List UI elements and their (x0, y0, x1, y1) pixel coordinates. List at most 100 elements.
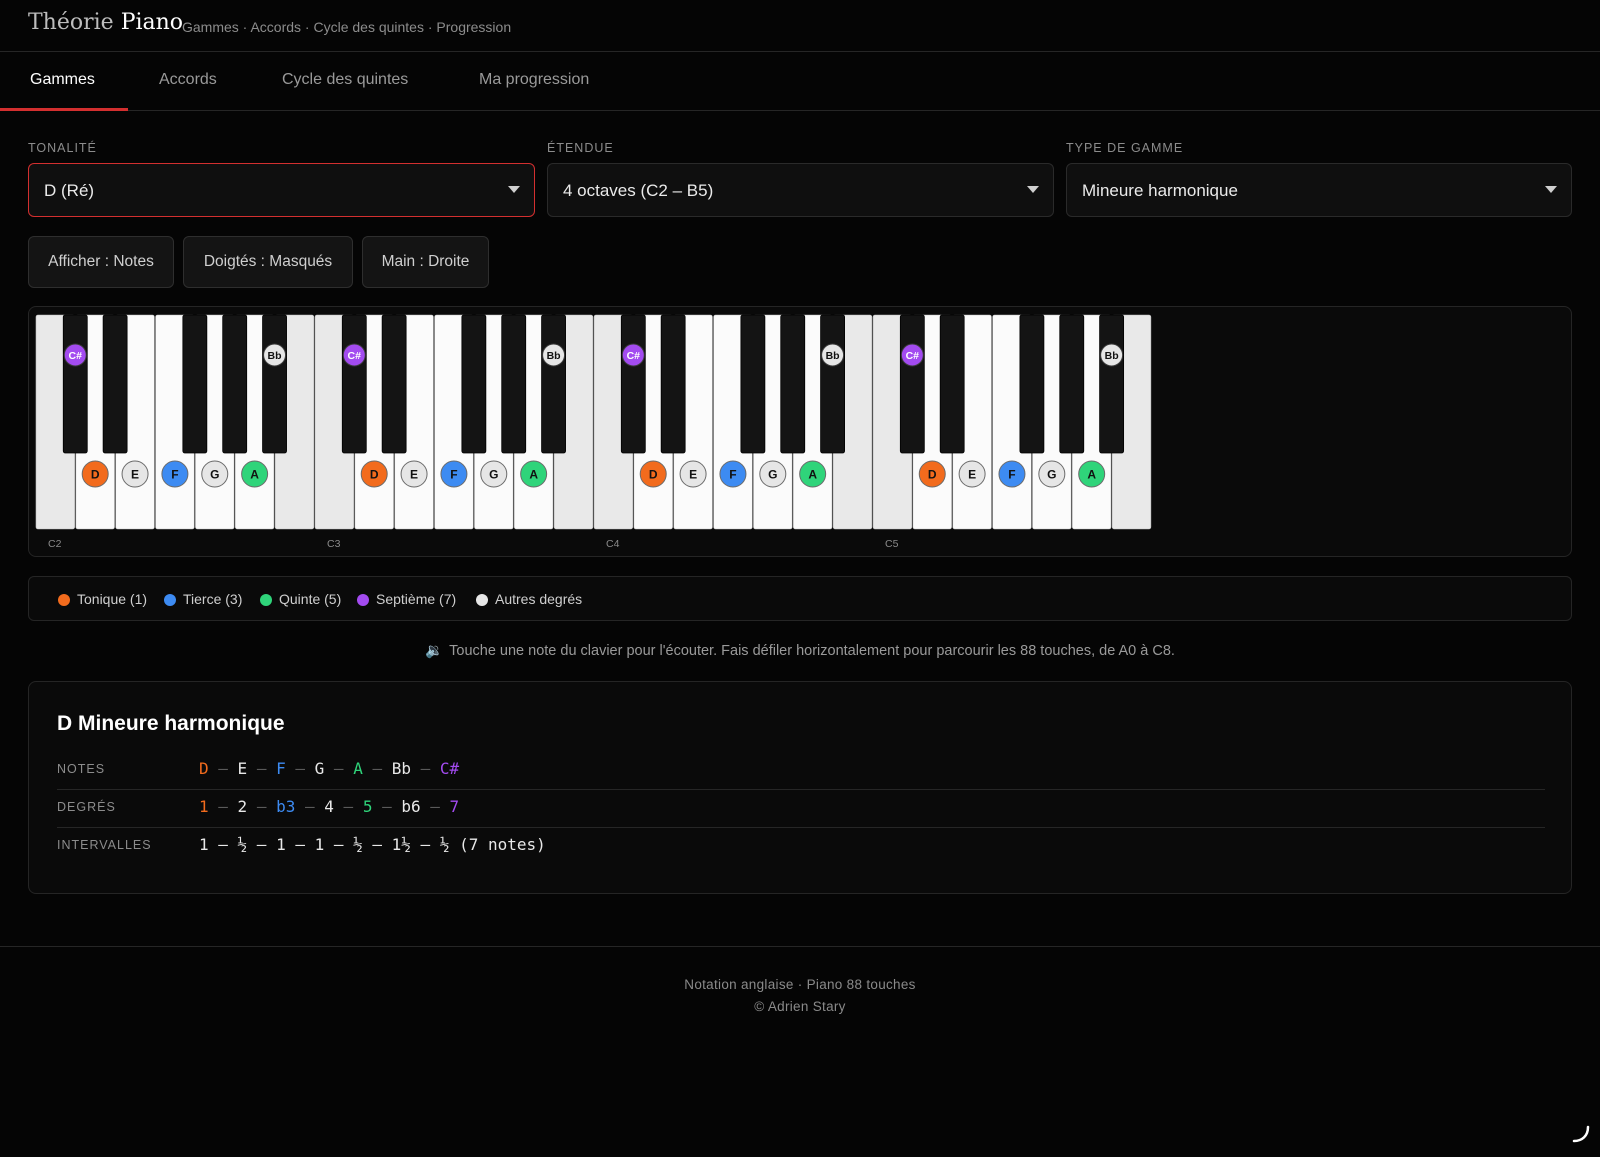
brand-light: Théorie (28, 10, 114, 35)
top-bar: Théorie Piano Gammes · Accords · Cycle d… (0, 0, 1600, 52)
chevron-down-icon (1027, 186, 1039, 193)
tab-ma-progression[interactable]: Ma progression (479, 52, 589, 111)
note-label: G (768, 468, 777, 482)
doigtes-button[interactable]: Doigtés : Masqués (183, 236, 353, 288)
note-label: E (689, 468, 697, 482)
black-key[interactable] (461, 314, 487, 454)
piano-keyboard[interactable]: D E F G A D E F G A D E F G A D E F G A C# Bb C# Bb C# Bb C# Bb (29, 307, 1573, 558)
note-label: Bb (826, 350, 840, 362)
app-logo[interactable]: Théorie Piano (28, 10, 183, 35)
footer-copyright: © Adrien Stary (754, 999, 846, 1014)
legend-septieme: Septième (7) (376, 591, 457, 607)
etendue-value: 4 octaves (C2 – B5) (563, 181, 714, 200)
note-label: D (649, 468, 658, 482)
notes-token: F (276, 759, 286, 778)
black-key[interactable] (541, 314, 566, 454)
note-label: A (1087, 468, 1096, 482)
note-label: F (729, 468, 736, 482)
other-dot-icon (476, 594, 488, 606)
note-label: D (91, 468, 100, 482)
note-label: F (450, 468, 457, 482)
afficher-notes-button[interactable]: Afficher : Notes (28, 236, 174, 288)
octave-label-c4: C4 (606, 538, 620, 550)
black-key[interactable] (1059, 314, 1085, 454)
fifth-dot-icon (260, 594, 272, 606)
etendue-select[interactable]: 4 octaves (C2 – B5) (547, 163, 1054, 217)
tonic-dot-icon (58, 594, 70, 606)
legend-tierce: Tierce (3) (183, 591, 243, 607)
note-label: D (370, 468, 379, 482)
footer: Notation anglaise · Piano 88 touches © A… (0, 946, 1600, 1157)
divider (57, 827, 1545, 828)
black-key[interactable] (501, 314, 527, 454)
etendue-label: Étendue (547, 141, 614, 155)
main-button[interactable]: Main : Droite (362, 236, 489, 288)
black-key[interactable] (62, 314, 88, 454)
hint-text: Touche une note du clavier pour l'écoute… (449, 643, 1175, 659)
separator: — (295, 797, 325, 816)
notes-token: C# (439, 759, 460, 778)
black-key[interactable] (341, 314, 367, 454)
note-label: G (489, 468, 498, 482)
breadcrumb: Gammes · Accords · Cycle des quintes · P… (182, 19, 512, 35)
degrees-token: b3 (276, 797, 296, 816)
black-key[interactable] (262, 314, 287, 454)
black-key[interactable] (780, 314, 806, 454)
scale-degrees: 1 — 2 — b3 — 4 — 5 — b6 — 7 (199, 797, 459, 816)
black-key[interactable] (381, 314, 407, 454)
degrees-token: 1 (199, 797, 209, 816)
separator: — (333, 797, 363, 816)
separator: — (247, 797, 277, 816)
note-label: Bb (268, 350, 282, 362)
seventh-dot-icon (357, 594, 369, 606)
note-label: G (210, 468, 219, 482)
piano-keyboard-panel: D E F G A D E F G A D E F G A D E F G A C# Bb C# Bb C# Bb C# Bb C2 … (28, 306, 1572, 557)
brand-bold: Piano (120, 10, 184, 35)
note-label: F (1008, 468, 1015, 482)
degres-label: Degrés (57, 800, 116, 814)
black-key[interactable] (1099, 314, 1125, 454)
separator: — (208, 759, 238, 778)
notes-token: D (199, 759, 209, 778)
scale-notes: D — E — F — G — A — Bb — C# (199, 759, 459, 778)
separator: — (372, 797, 402, 816)
black-key[interactable] (182, 314, 208, 454)
notes-token: G (314, 759, 325, 778)
notes-label: Notes (57, 762, 106, 776)
legend: Tonique (1) Tierce (3) Quinte (5) Septiè… (28, 576, 1572, 621)
black-key[interactable] (899, 314, 925, 454)
divider (57, 789, 1545, 790)
separator: — (285, 759, 315, 778)
legend-tonique: Tonique (1) (77, 591, 148, 607)
chevron-down-icon (1545, 186, 1557, 193)
black-key[interactable] (222, 314, 248, 454)
note-label: C# (348, 350, 362, 362)
black-key[interactable] (740, 314, 766, 454)
tab-gammes[interactable]: Gammes (30, 52, 95, 111)
black-key[interactable] (1019, 314, 1045, 454)
note-label: A (250, 468, 259, 482)
note-label: Bb (547, 350, 561, 362)
notes-token: Bb (391, 759, 411, 778)
black-key[interactable] (820, 314, 845, 454)
black-key[interactable] (620, 314, 646, 454)
tab-accords[interactable]: Accords (159, 52, 217, 111)
note-label: C# (627, 350, 641, 362)
black-key[interactable] (102, 314, 128, 454)
black-key[interactable] (660, 314, 686, 454)
tab-cycle-des-quintes[interactable]: Cycle des quintes (282, 52, 408, 111)
black-key[interactable] (939, 314, 965, 454)
active-tab-indicator (0, 108, 128, 111)
legend-autres: Autres degrés (495, 591, 583, 607)
separator: — (324, 759, 354, 778)
keyboard-hint: 🔉 Touche une note du clavier pour l'écout… (0, 642, 1600, 659)
type-gamme-label: Type de gamme (1066, 141, 1184, 155)
notes-token: E (237, 759, 248, 778)
octave-label-c2: C2 (48, 538, 62, 550)
footer-notation: Notation anglaise · Piano 88 touches (684, 977, 916, 992)
octave-label-c3: C3 (327, 538, 341, 550)
tonalite-select[interactable]: D (Ré) (28, 163, 535, 217)
note-label: C# (69, 350, 83, 362)
type-gamme-select[interactable]: Mineure harmonique (1066, 163, 1572, 217)
octave-label-c5: C5 (885, 538, 899, 550)
